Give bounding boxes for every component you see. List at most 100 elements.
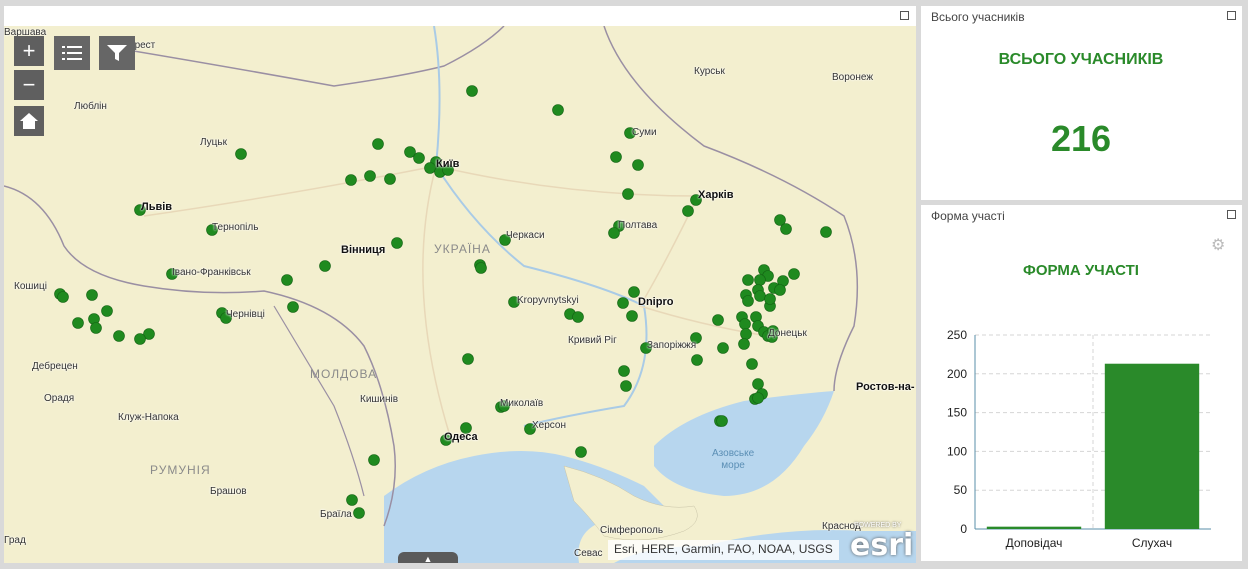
bar-1[interactable] xyxy=(986,526,1082,529)
city-label: Град xyxy=(4,535,26,546)
maximize-icon[interactable] xyxy=(1227,11,1236,20)
participant-point[interactable] xyxy=(462,353,474,365)
participant-point[interactable] xyxy=(740,328,752,340)
participant-point[interactable] xyxy=(780,223,792,235)
participant-point[interactable] xyxy=(618,365,630,377)
y-tick-label: 50 xyxy=(954,483,968,497)
legend-button[interactable] xyxy=(54,36,90,70)
home-icon xyxy=(20,113,38,129)
indicator-title: ВСЬОГО УЧАСНИКІВ xyxy=(998,51,1164,68)
map-canvas[interactable]: Варшава Брест Люблін Курськ Воронеж Луцьк Київ… xyxy=(4,26,916,563)
participant-point[interactable] xyxy=(717,342,729,354)
participant-point[interactable] xyxy=(413,152,425,164)
participant-point[interactable] xyxy=(691,354,703,366)
participant-point[interactable] xyxy=(364,170,376,182)
city-label: Дебрецен xyxy=(32,361,78,372)
participant-point[interactable] xyxy=(575,446,587,458)
chart-panel: Форма участі ⚙ ФОРМА УЧАСТІ 0 50 100 150 200… xyxy=(921,205,1242,561)
participant-point[interactable] xyxy=(475,262,487,274)
road-3 xyxy=(638,195,769,337)
participant-point[interactable] xyxy=(72,317,84,329)
participant-point[interactable] xyxy=(90,322,102,334)
x-tick-label: Слухач xyxy=(1132,536,1172,550)
indicator-value: 216 xyxy=(1050,118,1112,159)
esri-logo: esri xyxy=(850,528,914,563)
participant-point[interactable] xyxy=(235,148,247,160)
participant-point[interactable] xyxy=(281,274,293,286)
city-label: Київ xyxy=(436,158,460,170)
participant-point[interactable] xyxy=(742,295,754,307)
participant-point[interactable] xyxy=(617,297,629,309)
participant-point[interactable] xyxy=(716,415,728,427)
participant-point[interactable] xyxy=(346,494,358,506)
city-label: Севас xyxy=(574,548,603,559)
city-label: Львів xyxy=(141,201,173,213)
participant-point[interactable] xyxy=(764,293,776,305)
participant-point[interactable] xyxy=(742,274,754,286)
participant-point[interactable] xyxy=(610,151,622,163)
participant-point[interactable] xyxy=(319,260,331,272)
participant-point[interactable] xyxy=(739,318,751,330)
participant-point[interactable] xyxy=(424,162,436,174)
participant-point[interactable] xyxy=(754,290,766,302)
city-label: Чернівці xyxy=(226,309,265,320)
participant-point[interactable] xyxy=(788,268,800,280)
participant-point[interactable] xyxy=(345,174,357,186)
maximize-icon[interactable] xyxy=(900,11,909,20)
participant-point[interactable] xyxy=(682,205,694,217)
home-button[interactable] xyxy=(14,106,44,136)
map-basemap xyxy=(4,26,916,563)
participant-point[interactable] xyxy=(466,85,478,97)
bar-2[interactable] xyxy=(1104,363,1200,529)
participant-point[interactable] xyxy=(552,104,564,116)
city-label: Курськ xyxy=(694,66,725,77)
participant-point[interactable] xyxy=(632,159,644,171)
city-label: Харків xyxy=(698,189,734,201)
participant-point[interactable] xyxy=(86,289,98,301)
region-label: МОЛДОВА xyxy=(310,367,378,381)
caret-up-icon: ▲ xyxy=(423,554,433,563)
participant-point[interactable] xyxy=(754,274,766,286)
azov-sea-label: Азовське море xyxy=(712,448,754,472)
participant-point[interactable] xyxy=(752,392,764,404)
participant-point[interactable] xyxy=(368,454,380,466)
city-label: Ростов-на- xyxy=(856,381,915,393)
participant-point[interactable] xyxy=(622,188,634,200)
border-north xyxy=(103,26,505,87)
zoom-in-button[interactable]: + xyxy=(14,36,44,66)
participant-point[interactable] xyxy=(113,330,125,342)
participant-point[interactable] xyxy=(287,301,299,313)
participant-point[interactable] xyxy=(353,507,365,519)
city-label: Івано-Франківськ xyxy=(172,267,251,278)
participant-point[interactable] xyxy=(101,305,113,317)
city-label: Кошиці xyxy=(14,281,47,292)
participant-point[interactable] xyxy=(384,173,396,185)
participant-point[interactable] xyxy=(57,291,69,303)
participant-point[interactable] xyxy=(626,310,638,322)
participant-point[interactable] xyxy=(712,314,724,326)
bar-chart: 0 50 100 150 200 250 Доповідач Слухач xyxy=(947,328,1211,550)
road-1 xyxy=(143,165,699,217)
city-label: Кривий Ріг xyxy=(568,335,617,346)
participant-point[interactable] xyxy=(391,237,403,249)
filter-button[interactable] xyxy=(99,36,135,70)
participant-point[interactable] xyxy=(738,338,750,350)
y-tick-label: 100 xyxy=(947,444,967,458)
participant-point[interactable] xyxy=(620,380,632,392)
participant-point[interactable] xyxy=(820,226,832,238)
participant-point[interactable] xyxy=(746,358,758,370)
participant-point[interactable] xyxy=(572,311,584,323)
city-label: Кишинів xyxy=(360,394,399,405)
border-east xyxy=(603,26,859,392)
expand-handle[interactable]: ▲ xyxy=(398,552,458,563)
x-tick-label: Доповідач xyxy=(1006,536,1063,550)
participant-point[interactable] xyxy=(134,333,146,345)
azov-sea xyxy=(654,391,834,496)
map-attribution: Esri, HERE, Garmin, FAO, NOAA, USGS xyxy=(608,540,839,560)
participant-point[interactable] xyxy=(752,378,764,390)
zoom-out-button[interactable]: − xyxy=(14,70,44,100)
azov-sea-label-line1: Азовське xyxy=(712,448,755,459)
participant-point[interactable] xyxy=(774,284,786,296)
map-panel: Варшава Брест Люблін Курськ Воронеж Луцьк Київ… xyxy=(4,6,916,563)
participant-point[interactable] xyxy=(372,138,384,150)
